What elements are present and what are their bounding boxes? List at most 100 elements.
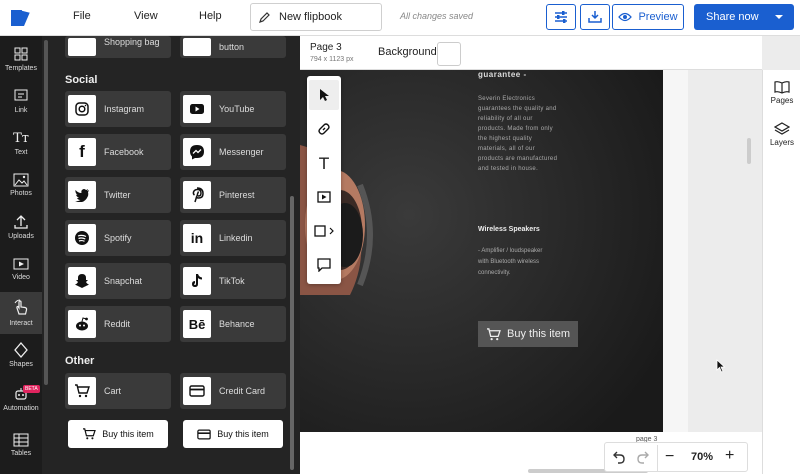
undo-icon[interactable] bbox=[613, 450, 625, 464]
tile-button[interactable]: button bbox=[180, 36, 286, 58]
download-button[interactable] bbox=[580, 4, 610, 30]
rail-item-templates[interactable]: Templates bbox=[0, 38, 42, 80]
bag-icon bbox=[68, 38, 96, 56]
canvas-header: Page 3 794 x 1123 px Background bbox=[300, 36, 762, 70]
buy-button-cart-template[interactable]: Buy this item bbox=[68, 420, 168, 448]
video-tool[interactable] bbox=[309, 182, 339, 212]
rail-item-text[interactable]: Tт Text bbox=[0, 122, 42, 164]
select-tool[interactable] bbox=[309, 80, 339, 110]
tile-credit-card[interactable]: Credit Card bbox=[180, 373, 286, 409]
pages-button[interactable]: Pages bbox=[763, 80, 800, 105]
zoom-level[interactable]: 70% bbox=[691, 451, 713, 463]
rail-item-uploads[interactable]: Uploads bbox=[0, 206, 42, 248]
shape-tool[interactable] bbox=[309, 216, 341, 246]
tile-instagram[interactable]: Instagram bbox=[65, 91, 171, 127]
menu-view[interactable]: View bbox=[134, 10, 158, 22]
tile-spotify[interactable]: Spotify bbox=[65, 220, 171, 256]
tile-reddit[interactable]: Reddit bbox=[65, 306, 171, 342]
buy-button-card-template[interactable]: Buy this item bbox=[183, 420, 283, 448]
background-color-swatch[interactable] bbox=[437, 42, 461, 66]
youtube-icon bbox=[183, 95, 211, 123]
page-buy-button[interactable]: Buy this item bbox=[478, 321, 578, 347]
rail-scrollbar[interactable] bbox=[44, 40, 48, 385]
download-icon bbox=[588, 11, 602, 23]
link-box-icon bbox=[14, 89, 28, 101]
arrow-cursor-icon bbox=[320, 89, 329, 101]
rail-item-interact[interactable]: Interact bbox=[0, 292, 42, 334]
layers-button[interactable]: Layers bbox=[763, 122, 800, 147]
video-icon bbox=[13, 258, 29, 270]
speaker-title[interactable]: Wireless Speakers bbox=[478, 226, 540, 233]
settings-button[interactable] bbox=[546, 4, 576, 30]
book-icon bbox=[774, 81, 790, 94]
rail-label: Text bbox=[14, 148, 28, 156]
shapes-icon bbox=[14, 342, 28, 358]
link-tool[interactable] bbox=[309, 114, 339, 144]
tile-label: button bbox=[219, 42, 245, 52]
rail-item-video[interactable]: Video bbox=[0, 248, 42, 290]
share-dropdown-toggle[interactable] bbox=[764, 4, 794, 30]
spotify-icon bbox=[68, 224, 96, 252]
doc-title: New flipbook bbox=[279, 11, 342, 23]
background-label: Background bbox=[378, 46, 437, 58]
rail-item-link[interactable]: Link bbox=[0, 80, 42, 122]
page-name: Page 3 bbox=[310, 42, 342, 53]
text-tool[interactable]: T bbox=[309, 148, 339, 178]
tile-label: Facebook bbox=[104, 147, 144, 157]
t-icon: T bbox=[319, 153, 329, 173]
menu-help[interactable]: Help bbox=[199, 10, 222, 22]
tile-label: Pinterest bbox=[219, 190, 255, 200]
tile-shopping-bag[interactable]: Shopping bag bbox=[65, 36, 171, 58]
preview-button[interactable]: Preview bbox=[612, 4, 684, 30]
button-label: Buy this item bbox=[102, 429, 154, 439]
redo-icon[interactable] bbox=[637, 450, 649, 464]
zoom-out-button[interactable]: − bbox=[665, 448, 674, 466]
tile-tiktok[interactable]: TikTok bbox=[180, 263, 286, 299]
tile-cart[interactable]: Cart bbox=[65, 373, 171, 409]
rail-item-tables[interactable]: Tables bbox=[0, 424, 42, 466]
zoom-in-button[interactable]: + bbox=[725, 447, 734, 465]
panel-scrollbar[interactable] bbox=[290, 196, 294, 470]
pencil-icon bbox=[259, 12, 270, 23]
video-icon bbox=[317, 191, 331, 203]
tile-label: Credit Card bbox=[219, 386, 266, 396]
button-label: Buy this item bbox=[217, 429, 269, 439]
grid-icon bbox=[14, 47, 28, 61]
rail-item-photos[interactable]: Photos bbox=[0, 164, 42, 206]
upload-icon bbox=[14, 215, 28, 229]
tile-twitter[interactable]: Twitter bbox=[65, 177, 171, 213]
tile-pinterest[interactable]: Pinterest bbox=[180, 177, 286, 213]
comment-tool[interactable] bbox=[309, 250, 339, 280]
mouse-cursor-icon bbox=[716, 359, 726, 373]
pointer-hand-icon bbox=[14, 299, 28, 315]
guarantee-title[interactable]: guarantee - bbox=[478, 70, 527, 79]
rail-label: Photos bbox=[10, 190, 32, 197]
menu-file[interactable]: File bbox=[73, 10, 91, 22]
tile-facebook[interactable]: f Facebook bbox=[65, 134, 171, 170]
tile-messenger[interactable]: Messenger bbox=[180, 134, 286, 170]
canvas-vertical-scrollbar[interactable] bbox=[747, 138, 751, 164]
cart-icon bbox=[68, 377, 96, 405]
doc-title-field[interactable]: New flipbook bbox=[250, 3, 382, 31]
image-icon bbox=[13, 173, 29, 187]
tile-label: Spotify bbox=[104, 233, 132, 243]
tile-behance[interactable]: Bē Behance bbox=[180, 306, 286, 342]
rail-label: Uploads bbox=[8, 233, 34, 240]
app-logo[interactable] bbox=[8, 6, 34, 30]
tile-snapchat[interactable]: Snapchat bbox=[65, 263, 171, 299]
guarantee-text[interactable]: Severin Electronics guarantees the quali… bbox=[478, 94, 560, 174]
share-button[interactable]: Share now bbox=[694, 4, 794, 30]
speaker-text[interactable]: - Amplifier / loudspeaker with Bluetooth… bbox=[478, 246, 548, 279]
beta-badge: BETA bbox=[23, 385, 40, 393]
rail-label: Video bbox=[12, 274, 30, 281]
eye-icon bbox=[618, 12, 633, 22]
rail-item-shapes[interactable]: Shapes bbox=[0, 334, 42, 376]
tile-label: Messenger bbox=[219, 147, 264, 157]
rail-label: Link bbox=[14, 107, 28, 114]
page-size: 794 x 1123 px bbox=[310, 56, 354, 63]
twitter-bird-icon bbox=[68, 181, 96, 209]
tile-youtube[interactable]: YouTube bbox=[180, 91, 286, 127]
tile-linkedin[interactable]: in Linkedin bbox=[180, 220, 286, 256]
zoom-divider bbox=[657, 445, 658, 471]
credit-card-icon bbox=[183, 377, 211, 405]
